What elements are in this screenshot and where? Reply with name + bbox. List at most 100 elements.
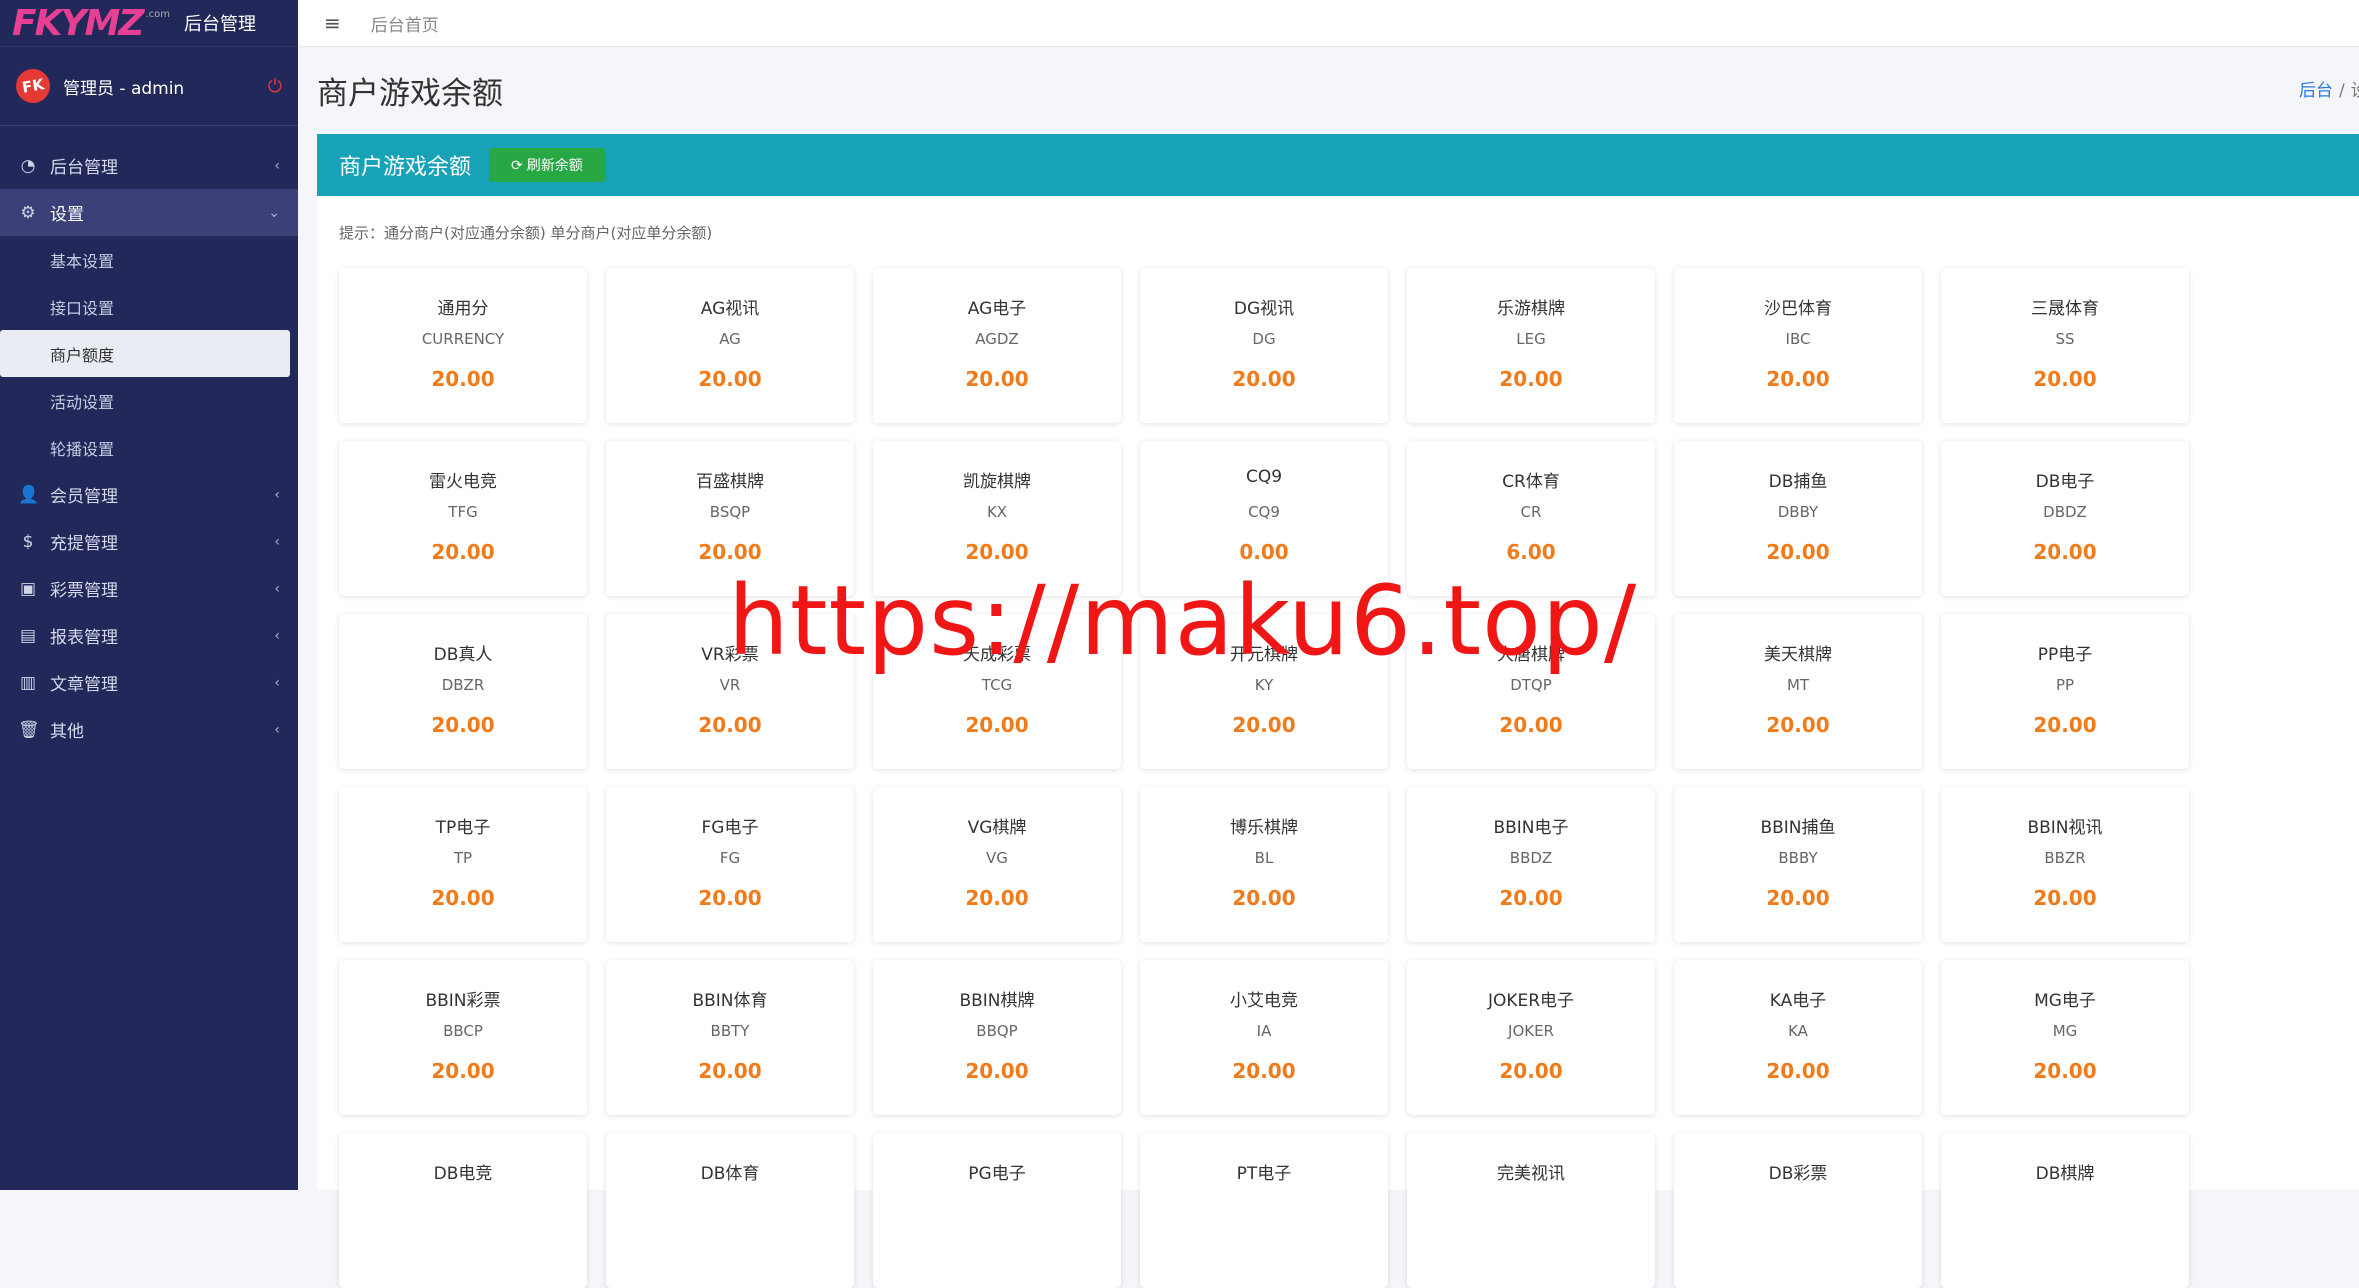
- sidebar-item[interactable]: ▥ 文章管理 ‹: [0, 659, 298, 706]
- sidebar-item[interactable]: ◔ 后台管理 ‹: [0, 142, 298, 189]
- card-game-code: MT: [1786, 676, 1810, 694]
- sidebar-subitem-label: 商户额度: [50, 345, 115, 365]
- card-game-name: BBIN彩票: [425, 991, 501, 1011]
- file-icon: ▤: [19, 625, 37, 646]
- card-balance: 20.00: [431, 367, 495, 391]
- card-balance: 20.00: [1766, 713, 1830, 737]
- card-game-name: DB真人: [433, 645, 493, 665]
- sidebar-item[interactable]: $ 充提管理 ‹: [0, 518, 298, 565]
- card-game-code: CURRENCY: [421, 330, 505, 348]
- balance-card: DB捕鱼 DBBY 20.00: [1674, 441, 1922, 596]
- sidebar-item[interactable]: 👤 会员管理 ‹: [0, 471, 298, 518]
- card-game-code: LEG: [1516, 330, 1546, 348]
- card-game-code: IBC: [1785, 330, 1811, 348]
- card-balance: 20.00: [1499, 367, 1563, 391]
- card-game-code: BBCP: [443, 1022, 483, 1040]
- card-game-name: DB体育: [700, 1164, 760, 1184]
- card-balance: 6.00: [1506, 540, 1556, 564]
- sidebar-subitem[interactable]: 活动设置: [0, 377, 298, 424]
- sidebar-subitem-label: 接口设置: [50, 298, 115, 318]
- card-game-name: DB棋牌: [2035, 1164, 2095, 1184]
- card-game-name: DG视讯: [1233, 299, 1295, 319]
- balance-card: DB真人 DBZR 20.00: [339, 614, 587, 769]
- balance-card: 三晟体育 SS 20.00: [1941, 268, 2189, 423]
- card-game-code: MG: [2052, 1022, 2078, 1040]
- sidebar-subitem-label: 轮播设置: [50, 439, 115, 459]
- topbar-home-link[interactable]: 后台首页: [371, 11, 439, 36]
- refresh-balance-label: 刷新余额: [526, 157, 583, 173]
- card-game-name: FG电子: [701, 818, 759, 838]
- chevron-left-icon: ‹: [274, 157, 280, 174]
- sidebar-item[interactable]: ▤ 报表管理 ‹: [0, 612, 298, 659]
- panel-tip: 提示：通分商户(对应通分余额) 单分商户(对应单分余额): [339, 224, 713, 242]
- card-balance: 20.00: [2033, 540, 2097, 564]
- breadcrumb-home[interactable]: 后台: [2299, 81, 2333, 101]
- hamburger-icon[interactable]: ≡: [324, 11, 341, 35]
- sidebar-item[interactable]: 🗑 其他 ‹: [0, 706, 298, 753]
- card-game-name: 百盛棋牌: [696, 472, 764, 492]
- card-game-code: BBZR: [2044, 849, 2086, 867]
- card-balance: 0.00: [1239, 540, 1289, 564]
- card-game-code: FG: [719, 849, 741, 867]
- balance-card: PP电子 PP 20.00: [1941, 614, 2189, 769]
- card-game-name: KA电子: [1769, 991, 1827, 1011]
- card-balance: 20.00: [698, 886, 762, 910]
- card-game-code: VG: [986, 849, 1008, 867]
- balance-card: 乐游棋牌 LEG 20.00: [1407, 268, 1655, 423]
- page-title: 商户游戏余额: [317, 76, 503, 112]
- balance-card: DB彩票: [1674, 1133, 1922, 1288]
- card-game-name: MG电子: [2034, 991, 2096, 1011]
- power-icon[interactable]: ⏻: [268, 76, 282, 97]
- balance-card: DB电竞: [339, 1133, 587, 1288]
- tachometer-icon: ◔: [20, 155, 36, 176]
- balance-card: 雷火电竞 TFG 20.00: [339, 441, 587, 596]
- sidebar-item-label: 文章管理: [50, 675, 118, 695]
- card-balance: 20.00: [1766, 540, 1830, 564]
- sidebar-item-label: 充提管理: [50, 534, 118, 554]
- card-game-code: BBQP: [976, 1022, 1018, 1040]
- refresh-balance-button[interactable]: ⟳ 刷新余额: [489, 148, 605, 182]
- balance-card: VG棋牌 VG 20.00: [873, 787, 1121, 942]
- sidebar-subitem[interactable]: 基本设置: [0, 236, 298, 283]
- card-game-code: BBDZ: [1509, 849, 1553, 867]
- card-game-code: SS: [2055, 330, 2075, 348]
- card-balance: 20.00: [1766, 1059, 1830, 1083]
- refresh-icon: ⟳: [511, 156, 523, 173]
- sidebar-item-label: 设置: [50, 205, 84, 225]
- gear-icon: ⚙: [20, 202, 36, 223]
- balance-card: 美天棋牌 MT 20.00: [1674, 614, 1922, 769]
- dollar-icon: $: [22, 531, 34, 552]
- card-game-name: 雷火电竞: [429, 472, 497, 492]
- card-game-code: CR: [1520, 503, 1542, 521]
- card-game-code: PP: [2055, 676, 2075, 694]
- card-game-name: CR体育: [1502, 472, 1560, 492]
- card-balance: 20.00: [1499, 1059, 1563, 1083]
- topbar: ≡ 后台首页: [298, 0, 2359, 47]
- sidebar-item[interactable]: ⚙ 设置 ⌄: [0, 189, 298, 236]
- balance-grid: 通用分 CURRENCY 20.00 AG视讯 AG 20.00 AG电子 AGDZ 20.00…: [339, 268, 2189, 1288]
- sidebar-item-label: 会员管理: [50, 487, 118, 507]
- sidebar-subitem-label: 基本设置: [50, 251, 115, 271]
- sidebar-item[interactable]: ▣ 彩票管理 ‹: [0, 565, 298, 612]
- user-panel: FK 管理员 - admin ⏻: [0, 47, 298, 126]
- brand[interactable]: FKYMZ .com 后台管理: [0, 0, 298, 47]
- chevron-down-icon: ⌄: [268, 204, 280, 221]
- card-game-name: 博乐棋牌: [1230, 818, 1298, 838]
- card-game-code: KY: [1254, 676, 1274, 694]
- chevron-left-icon: ‹: [274, 721, 280, 738]
- sidebar-subitem[interactable]: 商户额度: [0, 330, 290, 377]
- card-game-name: VG棋牌: [967, 818, 1027, 838]
- card-game-code: DBDZ: [2043, 503, 2087, 521]
- cc-icon: ▣: [19, 578, 37, 599]
- balance-card: FG电子 FG 20.00: [606, 787, 854, 942]
- card-balance: 20.00: [2033, 713, 2097, 737]
- balance-card: 完美视讯: [1407, 1133, 1655, 1288]
- sidebar-subitem[interactable]: 接口设置: [0, 283, 298, 330]
- sidebar-subitem[interactable]: 轮播设置: [0, 424, 298, 471]
- card-balance: 20.00: [698, 713, 762, 737]
- card-game-code: CQ9: [1248, 503, 1280, 521]
- card-balance: 20.00: [965, 886, 1029, 910]
- balance-card: KA电子 KA 20.00: [1674, 960, 1922, 1115]
- card-balance: 20.00: [965, 1059, 1029, 1083]
- card-game-name: 乐游棋牌: [1497, 299, 1565, 319]
